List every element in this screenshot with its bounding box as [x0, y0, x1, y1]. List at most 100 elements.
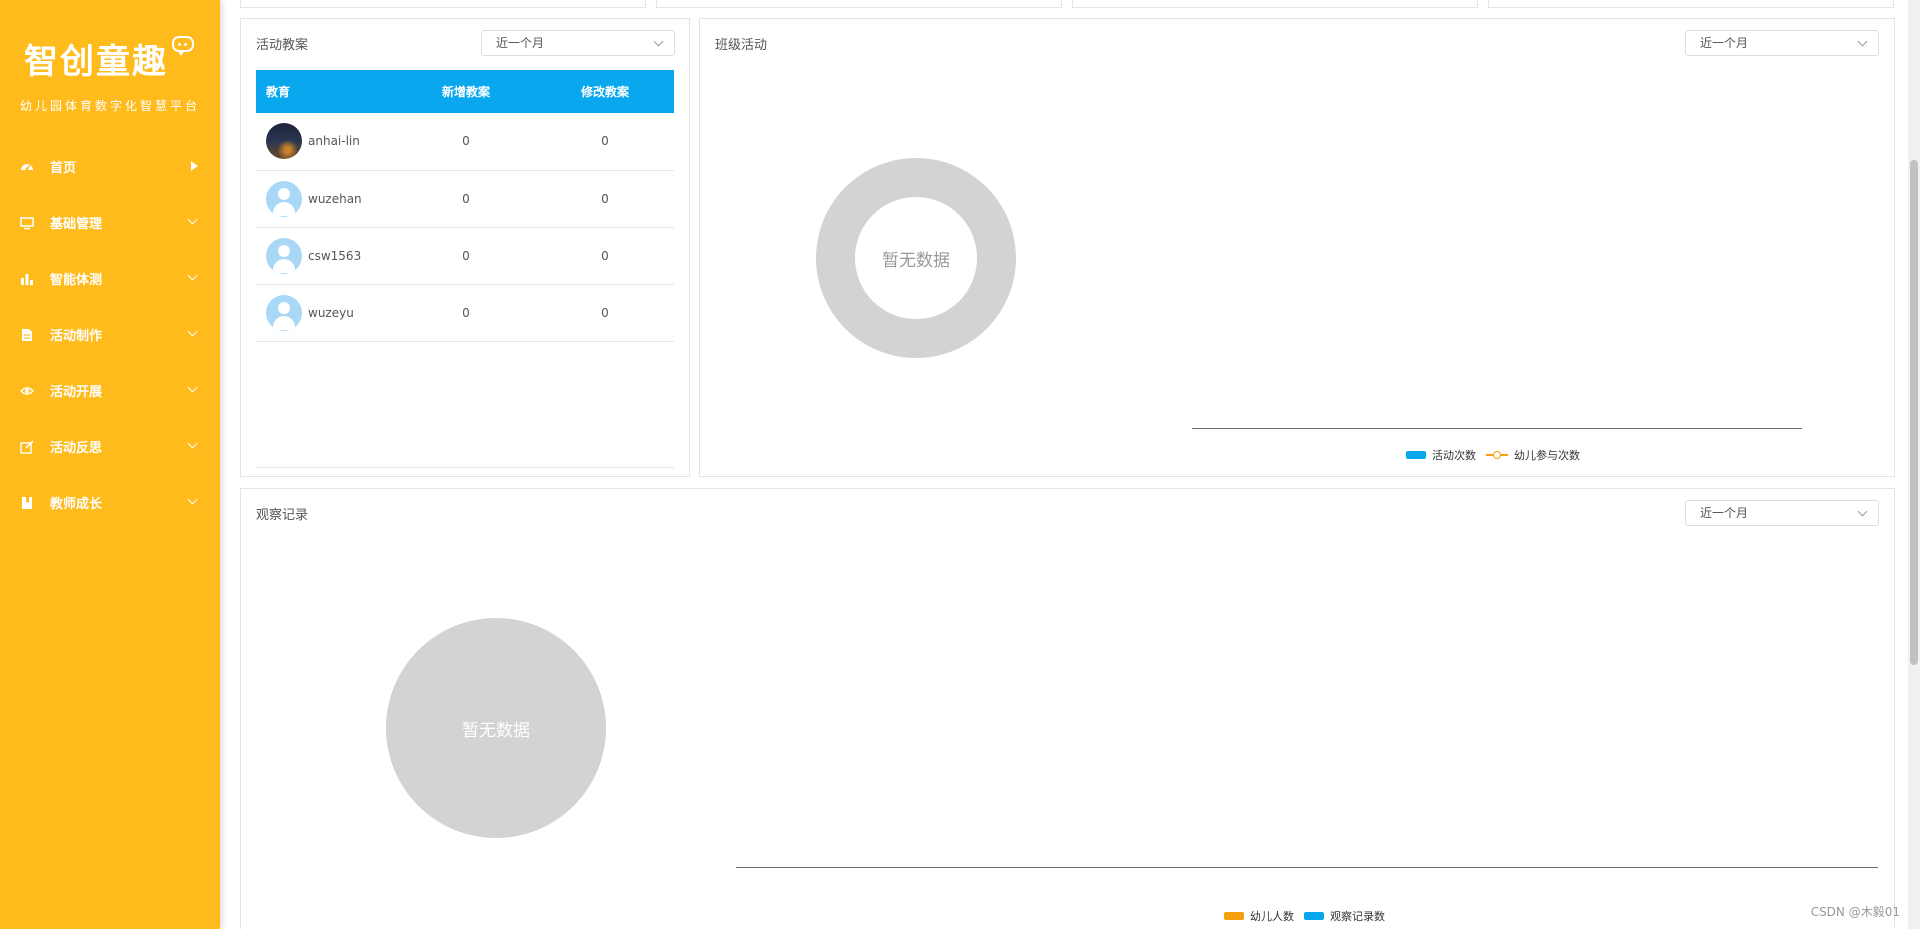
sidebar-item-label: 基础管理	[50, 216, 103, 232]
legend-label: 幼儿参与次数	[1514, 449, 1580, 462]
sidebar-item-label: 活动开展	[50, 384, 103, 400]
chart-legend: 活动次数 幼儿参与次数	[1406, 447, 1590, 463]
legend-item[interactable]: 幼儿人数	[1224, 908, 1294, 924]
sidebar-menu: 首页 基础管理 智能体测 活动制作 活动开展 活动反思 教师成长	[0, 138, 220, 530]
modified-count: 0	[536, 113, 674, 171]
no-data-label: 暂无数据	[462, 721, 530, 741]
card-title: 班级活动	[715, 38, 768, 53]
teacher-cell: wuzehan	[256, 170, 396, 228]
legend-item[interactable]: 观察记录数	[1304, 908, 1385, 924]
table-row: wuzeyu 0 0	[256, 284, 674, 342]
teacher-name: csw1563	[308, 248, 362, 263]
sidebar-item-basic-management[interactable]: 基础管理	[0, 194, 220, 250]
added-count: 0	[396, 113, 536, 171]
modified-count: 0	[536, 284, 674, 342]
table-row: anhai-lin 0 0	[256, 113, 674, 171]
teacher-name: wuzehan	[308, 191, 362, 206]
card-title: 活动教案	[256, 38, 309, 53]
table-header-row: 教育 新增教案 修改教案	[256, 70, 674, 113]
column-header: 修改教案	[536, 70, 674, 113]
chart-legend: 幼儿人数 观察记录数	[1224, 908, 1395, 924]
activity-plans-card: 活动教案 近一个月 教育 新增教案 修改教案 anhai-lin 0 0 wuz…	[240, 18, 690, 477]
table-row: wuzehan 0 0	[256, 170, 674, 228]
x-axis-line	[1192, 428, 1802, 429]
bar-chart-icon	[20, 271, 34, 285]
chevron-down-icon	[653, 36, 664, 47]
plans-table: 教育 新增教案 修改教案 anhai-lin 0 0 wuzehan 0 0 c…	[256, 70, 674, 342]
select-value: 近一个月	[1700, 36, 1749, 50]
x-axis-line	[736, 867, 1878, 868]
chevron-down-icon	[187, 270, 198, 281]
dashboard-icon	[20, 159, 34, 173]
card-title: 观察记录	[256, 508, 309, 523]
legend-swatch	[1224, 912, 1244, 920]
chevron-down-icon	[1857, 36, 1868, 47]
monitor-icon	[20, 215, 34, 230]
caret-right-icon	[191, 161, 198, 171]
eye-icon	[20, 383, 34, 397]
avatar	[266, 180, 302, 217]
chevron-down-icon	[187, 494, 198, 505]
edit-icon	[20, 439, 34, 454]
teacher-name: anhai-lin	[308, 134, 360, 149]
teacher-cell: anhai-lin	[256, 113, 396, 171]
no-data-label: 暂无数据	[882, 251, 950, 271]
sidebar-item-teacher-growth[interactable]: 教师成长	[0, 474, 220, 530]
period-select[interactable]: 近一个月	[1685, 30, 1879, 56]
sidebar-item-home[interactable]: 首页	[0, 138, 220, 194]
scrollbar-thumb[interactable]	[1910, 160, 1918, 665]
legend-item[interactable]: 幼儿参与次数	[1486, 447, 1580, 463]
page-scrollbar[interactable]	[1908, 0, 1920, 929]
legend-label: 活动次数	[1432, 449, 1476, 462]
teacher-cell: csw1563	[256, 227, 396, 285]
sidebar-item-activity-creation[interactable]: 活动制作	[0, 306, 220, 362]
chevron-down-icon	[187, 438, 198, 449]
sidebar-item-activity-reflection[interactable]: 活动反思	[0, 418, 220, 474]
observation-records-card: 观察记录 近一个月 暂无数据 幼儿人数 观察记录数	[240, 488, 1895, 929]
legend-label: 幼儿人数	[1250, 910, 1294, 923]
chevron-down-icon	[187, 326, 198, 337]
avatar	[266, 237, 302, 274]
teacher-cell: wuzeyu	[256, 284, 396, 342]
sidebar-item-label: 活动反思	[50, 440, 103, 456]
bookmark-icon	[20, 495, 34, 509]
stat-card	[1072, 0, 1478, 8]
avatar	[266, 123, 302, 160]
chevron-down-icon	[187, 382, 198, 393]
added-count: 0	[396, 284, 536, 342]
sidebar: 智创童趣 幼儿园体育数字化智慧平台 首页 基础管理 智能体测 活动制作 活动开展…	[0, 0, 220, 929]
added-count: 0	[396, 170, 536, 228]
app-subtitle: 幼儿园体育数字化智慧平台	[20, 99, 201, 113]
sidebar-item-label: 智能体测	[50, 272, 103, 288]
legend-label: 观察记录数	[1330, 910, 1385, 923]
sidebar-item-smart-test[interactable]: 智能体测	[0, 250, 220, 306]
stat-card	[656, 0, 1062, 8]
period-select[interactable]: 近一个月	[1685, 500, 1879, 526]
sidebar-item-label: 首页	[50, 160, 77, 176]
table-scroll-divider	[256, 467, 674, 468]
stat-card	[1488, 0, 1894, 8]
modified-count: 0	[536, 227, 674, 285]
app-logo: 智创童趣	[24, 42, 168, 82]
legend-swatch	[1406, 451, 1426, 459]
document-icon	[20, 327, 34, 341]
avatar	[266, 294, 302, 331]
stat-card	[240, 0, 646, 8]
chat-bubble-icon	[172, 36, 194, 56]
teacher-name: wuzeyu	[308, 305, 354, 320]
select-value: 近一个月	[496, 36, 545, 50]
class-activity-card: 班级活动 近一个月 暂无数据 活动次数 幼儿参与次数	[699, 18, 1895, 477]
chevron-down-icon	[1857, 506, 1868, 517]
sidebar-item-label: 活动制作	[50, 328, 103, 344]
column-header: 新增教案	[396, 70, 536, 113]
legend-line-marker	[1486, 451, 1508, 459]
select-value: 近一个月	[1700, 506, 1749, 520]
sidebar-item-activity-conduct[interactable]: 活动开展	[0, 362, 220, 418]
legend-swatch	[1304, 912, 1324, 920]
column-header: 教育	[256, 70, 396, 113]
legend-item[interactable]: 活动次数	[1406, 447, 1476, 463]
table-row: csw1563 0 0	[256, 227, 674, 285]
modified-count: 0	[536, 170, 674, 228]
added-count: 0	[396, 227, 536, 285]
period-select[interactable]: 近一个月	[481, 30, 675, 56]
